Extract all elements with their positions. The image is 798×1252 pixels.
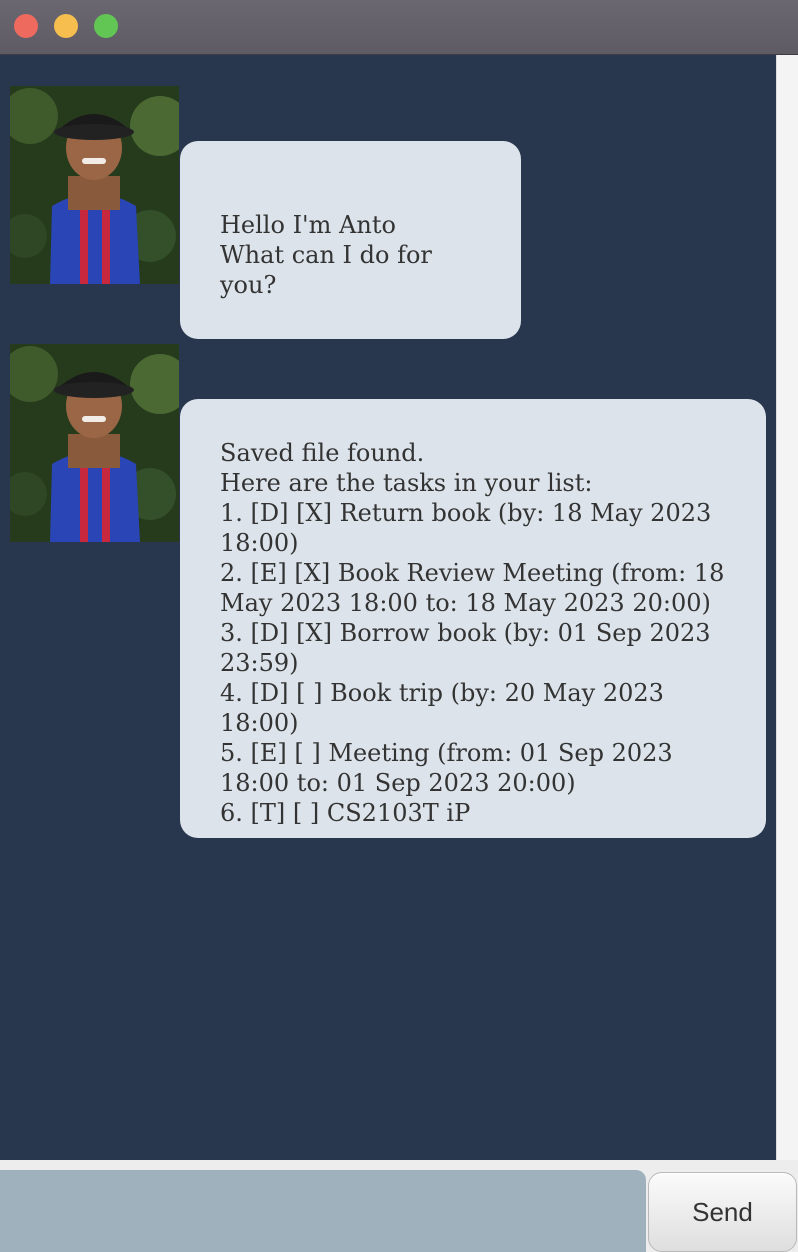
minimize-window-button[interactable]	[54, 14, 78, 38]
maximize-window-button[interactable]	[94, 14, 118, 38]
bot-avatar	[10, 86, 179, 284]
chat-scrollbar[interactable]	[776, 55, 798, 1160]
message-line: Here are the tasks in your list:	[220, 469, 593, 497]
message-line: What can I do for you?	[220, 241, 432, 299]
bot-avatar	[10, 344, 179, 542]
task-item: 5. [E] [ ] Meeting (from: 01 Sep 2023 18…	[220, 739, 673, 797]
message-line: Saved file found.	[220, 439, 425, 467]
title-bar	[0, 0, 798, 55]
bot-message-bubble: Hello I'm Anto What can I do for you?	[180, 141, 521, 339]
message-input[interactable]	[0, 1170, 646, 1252]
task-item: 2. [E] [X] Book Review Meeting (from: 18…	[220, 559, 725, 617]
dialog-container: Hello I'm Anto What can I do for you? Sa…	[0, 55, 776, 1160]
user-photo-icon	[10, 86, 179, 284]
close-window-button[interactable]	[14, 14, 38, 38]
bot-message-bubble: Saved file found. Here are the tasks in …	[180, 399, 766, 838]
task-item: 1. [D] [X] Return book (by: 18 May 2023 …	[220, 499, 712, 557]
user-photo-icon	[10, 344, 179, 542]
task-item: 4. [D] [ ] Book trip (by: 20 May 2023 18…	[220, 679, 664, 737]
task-item: 6. [T] [ ] CS2103T iP	[220, 799, 471, 827]
send-button[interactable]: Send	[648, 1172, 797, 1252]
message-line: Hello I'm Anto	[220, 211, 396, 239]
task-item: 3. [D] [X] Borrow book (by: 01 Sep 2023 …	[220, 619, 711, 677]
